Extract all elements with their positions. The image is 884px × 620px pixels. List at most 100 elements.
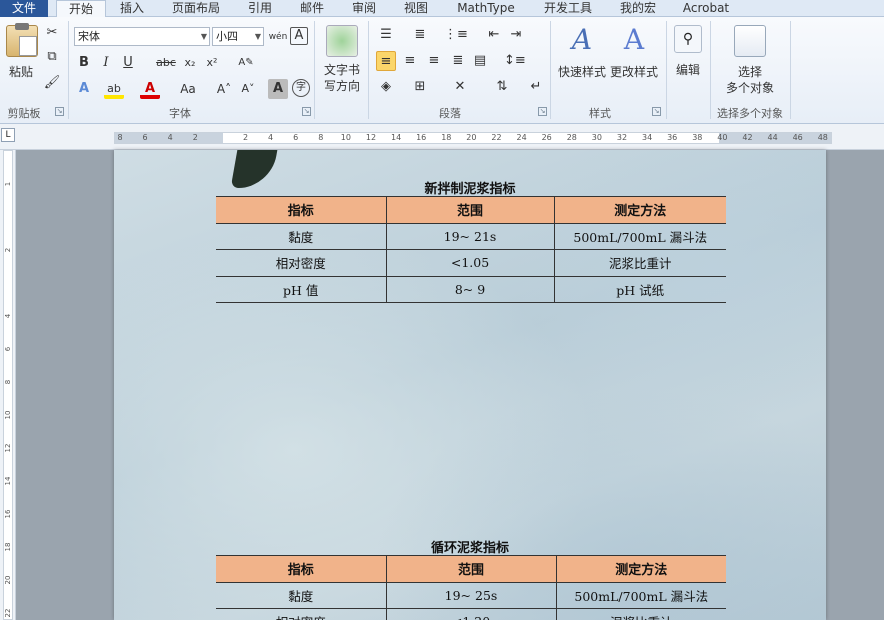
change-styles-label[interactable]: 更改样式 — [608, 63, 660, 80]
enclose-characters-icon[interactable]: 字 — [292, 79, 310, 97]
highlight-color-icon[interactable]: ab — [104, 79, 124, 99]
table-header-cell[interactable]: 测定方法 — [553, 196, 726, 224]
tab-selector-icon[interactable]: L — [1, 128, 15, 142]
align-right-icon[interactable]: ≡ — [424, 51, 444, 71]
group-separator — [68, 21, 69, 119]
ruler-number: 38 — [692, 133, 703, 142]
paragraph-launcher-icon[interactable]: ↘ — [538, 107, 547, 116]
clipboard-launcher-icon[interactable]: ↘ — [55, 107, 64, 116]
table-cell[interactable]: 500mL/700mL 漏斗法 — [553, 222, 726, 250]
table-cell[interactable]: 黏度 — [216, 581, 387, 609]
multilevel-list-icon[interactable]: ⋮≡ — [444, 25, 468, 45]
superscript-icon[interactable]: x² — [202, 53, 222, 73]
table-header-cell[interactable]: 指标 — [216, 196, 387, 224]
text-effects-icon[interactable]: A — [74, 79, 94, 99]
binoculars-icon[interactable]: ⚲ — [674, 25, 702, 53]
table-cell[interactable]: 泥浆比重计 — [555, 608, 726, 620]
bullets-icon[interactable]: ☰ — [376, 25, 396, 45]
distributed-icon[interactable]: ▤ — [470, 51, 490, 71]
table-cell[interactable]: 8~ 9 — [385, 275, 555, 303]
tab-insert[interactable]: 插入 — [112, 0, 152, 17]
table-cell[interactable]: 500mL/700mL 漏斗法 — [555, 581, 726, 609]
clear-formatting-icon[interactable]: A✎ — [236, 53, 256, 73]
table-cell[interactable]: 相对密度 — [216, 608, 387, 620]
subscript-icon[interactable]: x₂ — [180, 53, 200, 73]
cut-icon[interactable]: ✂ — [42, 23, 62, 43]
tab-file[interactable]: 文件 — [0, 0, 48, 17]
grow-font-icon[interactable]: A˄ — [214, 79, 234, 99]
font-launcher-icon[interactable]: ↘ — [302, 107, 311, 116]
tab-developer[interactable]: 开发工具 — [536, 0, 600, 17]
table-header-cell[interactable]: 指标 — [216, 555, 387, 583]
underline-icon[interactable]: U — [118, 53, 138, 73]
italic-icon[interactable]: I — [96, 53, 116, 73]
ruler-number: 6 — [293, 133, 299, 142]
bold-icon[interactable]: B — [74, 53, 94, 73]
chinese-layout-icon[interactable]: ✕ — [450, 77, 470, 97]
table1[interactable]: 指标 范围 测定方法 黏度 19~ 21s 500mL/700mL 漏斗法 相对… — [216, 196, 726, 303]
table-cell[interactable]: 19~ 25s — [385, 581, 557, 609]
shrink-font-icon[interactable]: A˅ — [238, 79, 258, 99]
select-label-1[interactable]: 选择 — [720, 63, 780, 80]
quick-styles-icon[interactable]: A — [564, 23, 600, 57]
line-spacing-icon[interactable]: ↕≡ — [504, 51, 526, 71]
justify-icon[interactable]: ≣ — [448, 51, 468, 71]
table-cell[interactable]: 泥浆比重计 — [553, 249, 726, 277]
strikethrough-icon[interactable]: abc — [156, 53, 176, 73]
table-cell[interactable]: 相对密度 — [216, 249, 387, 277]
text-direction-icon[interactable] — [326, 25, 358, 57]
vertical-ruler[interactable]: 1 2 4 6 8 10 12 14 16 18 20 22 — [0, 150, 16, 620]
font-group-label: 字体 — [169, 107, 191, 120]
text-direction-label-1[interactable]: 文字书 — [320, 61, 364, 78]
styles-launcher-icon[interactable]: ↘ — [652, 107, 661, 116]
align-left-icon[interactable]: ≡ — [376, 51, 396, 71]
character-border-icon[interactable]: A — [290, 27, 308, 45]
tab-home[interactable]: 开始 — [56, 0, 106, 18]
align-center-icon[interactable]: ≡ — [400, 51, 420, 71]
select-label-2[interactable]: 多个对象 — [720, 79, 780, 96]
edit-button-label[interactable]: 编辑 — [670, 61, 706, 78]
select-multiple-icon[interactable] — [734, 25, 766, 57]
font-color-icon[interactable]: A — [140, 79, 160, 99]
tab-mathtype[interactable]: MathType — [448, 0, 524, 17]
format-painter-icon[interactable]: 🖌 — [42, 73, 62, 93]
character-shading-icon[interactable]: A — [268, 79, 288, 99]
font-size-combo[interactable]: 小四 ▼ — [212, 27, 264, 46]
tab-my-macros[interactable]: 我的宏 — [612, 0, 664, 17]
paste-icon[interactable] — [6, 23, 38, 57]
tab-review[interactable]: 审阅 — [344, 0, 384, 17]
table2[interactable]: 指标 范围 测定方法 黏度 19~ 25s 500mL/700mL 漏斗法 相对… — [216, 555, 726, 620]
show-marks-icon[interactable]: ↵ — [526, 77, 546, 97]
shading-icon[interactable]: ◈ — [376, 77, 396, 97]
table-cell[interactable]: pH 值 — [216, 275, 387, 303]
horizontal-ruler[interactable]: 8 6 4 2 2 4 6 8 10 12 14 16 18 20 22 24 26 28 30 32 34 36 38 40… — [0, 124, 884, 150]
borders-icon[interactable]: ⊞ — [410, 77, 430, 97]
tab-acrobat[interactable]: Acrobat — [676, 0, 736, 17]
paste-button-label[interactable]: 粘贴 — [6, 63, 36, 80]
table-cell[interactable]: pH 试纸 — [553, 275, 726, 303]
document-page[interactable]: 新拌制泥浆指标 指标 范围 测定方法 黏度 19~ 21s 500mL/700m… — [114, 150, 826, 620]
sort-icon[interactable]: ⇅ — [492, 77, 512, 97]
table-header-cell[interactable]: 测定方法 — [555, 555, 726, 583]
tab-mailings[interactable]: 邮件 — [292, 0, 332, 17]
table-cell[interactable]: <1.05 — [385, 249, 555, 277]
table-cell[interactable]: 黏度 — [216, 222, 387, 250]
tab-page-layout[interactable]: 页面布局 — [164, 0, 228, 17]
decrease-indent-icon[interactable]: ⇤ — [484, 25, 504, 45]
numbering-icon[interactable]: ≣ — [410, 25, 430, 45]
quick-styles-label[interactable]: 快速样式 — [556, 63, 608, 80]
text-direction-label-2[interactable]: 写方向 — [320, 77, 364, 94]
tab-view[interactable]: 视图 — [396, 0, 436, 17]
change-styles-icon[interactable]: A — [616, 23, 652, 57]
table-header-cell[interactable]: 范围 — [385, 555, 557, 583]
font-name-combo[interactable]: 宋体 ▼ — [74, 27, 210, 46]
change-case-icon[interactable]: Aa — [174, 79, 202, 99]
increase-indent-icon[interactable]: ⇥ — [506, 25, 526, 45]
copy-icon[interactable]: ⧉ — [42, 47, 62, 67]
table-row: 相对密度 <1.20 泥浆比重计 — [216, 608, 726, 620]
table-header-cell[interactable]: 范围 — [385, 196, 555, 224]
table-cell[interactable]: 19~ 21s — [385, 222, 555, 250]
tab-references[interactable]: 引用 — [240, 0, 280, 17]
table-cell[interactable]: <1.20 — [385, 608, 557, 620]
pinyin-guide-icon[interactable]: wén — [268, 27, 288, 47]
